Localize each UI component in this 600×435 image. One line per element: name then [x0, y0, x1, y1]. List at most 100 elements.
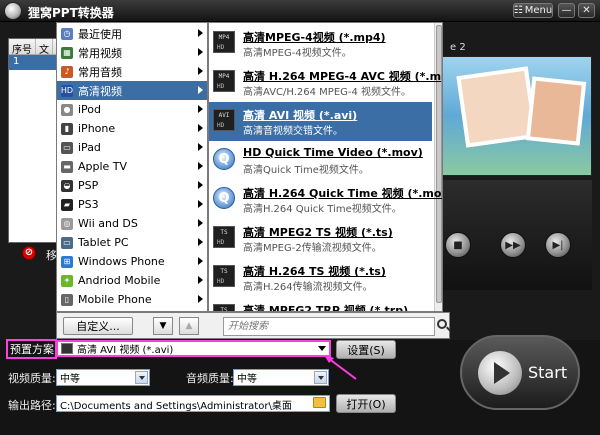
start-button[interactable]: Start	[460, 335, 580, 410]
category-item[interactable]: ▬ Apple TV	[57, 157, 207, 176]
psp-icon: ◒	[61, 179, 73, 192]
category-item[interactable]: ◎ Wii and DS	[57, 214, 207, 233]
audio-quality-dropdown[interactable]: 中等	[233, 369, 329, 386]
table-header: 序号 文	[9, 39, 59, 56]
category-item[interactable]: ◷ 最近使用	[57, 24, 207, 43]
windows-icon: ⊞	[61, 255, 73, 268]
category-item[interactable]: ● iPod	[57, 100, 207, 119]
category-item[interactable]: ◒ PSP	[57, 176, 207, 195]
category-item[interactable]: ▭ iPad	[57, 138, 207, 157]
fast-forward-icon[interactable]: ▶▶	[500, 232, 526, 258]
folder-icon[interactable]	[313, 397, 326, 408]
output-path-field[interactable]: C:\Documents and Settings\Administrator\…	[56, 395, 330, 412]
ipod-icon: ●	[61, 103, 73, 116]
format-description: 高清音视频交错文件。	[243, 126, 343, 137]
preset-value: 高清 AVI 视频 (*.avi)	[77, 345, 174, 356]
category-item[interactable]: ⊞ Windows Phone	[57, 252, 207, 271]
category-item-label: PS3	[78, 198, 99, 211]
category-item[interactable]: ♪ 常用音频	[57, 62, 207, 81]
format-item[interactable]: TSHD 高清 MPEG2 TRP 视频 (*.trp)	[209, 297, 432, 311]
ts-icon: TSHD	[213, 304, 235, 311]
preview-image	[442, 56, 592, 176]
format-title: 高清MPEG-4视频 (*.mp4)	[243, 31, 386, 44]
chevron-right-icon	[198, 238, 203, 246]
chevron-right-icon	[198, 200, 203, 208]
column-header-index[interactable]: 序号	[9, 39, 36, 56]
custom-button[interactable]: 自定义...	[63, 317, 133, 335]
chevron-down-icon[interactable]	[318, 346, 326, 351]
category-item[interactable]: HD 高清视频	[57, 81, 207, 100]
start-label: Start	[528, 363, 568, 382]
format-item[interactable]: TS HD 高清 H.264 TS 视频 (*.ts) 高清H.264传输流视频文件。	[209, 258, 432, 297]
chevron-right-icon	[198, 276, 203, 284]
category-item-label: Windows Phone	[78, 255, 165, 268]
iphone-icon: ▮	[61, 122, 73, 135]
chevron-right-icon	[198, 295, 203, 303]
category-item-label: 常用音频	[78, 65, 122, 79]
settings-button[interactable]: 设置(S)	[336, 340, 396, 359]
ts-icon: TSHD	[213, 265, 235, 287]
wii-icon: ◎	[61, 217, 73, 230]
end-icon[interactable]: ▶|	[545, 232, 571, 258]
file-table: 序号 文 1	[8, 38, 60, 243]
column-header-file[interactable]: 文	[36, 39, 53, 56]
chevron-right-icon	[198, 48, 203, 56]
category-item[interactable]: ▭ Tablet PC	[57, 233, 207, 252]
format-item[interactable]: AVI HD 高清 AVI 视频 (*.avi) 高清音视频交错文件。	[209, 102, 432, 141]
category-item[interactable]: ▮ iPhone	[57, 119, 207, 138]
category-item-label: Tablet PC	[78, 236, 129, 249]
chevron-right-icon	[198, 105, 203, 113]
window-title: 狸窝PPT转换器	[28, 6, 114, 20]
chevron-down-icon[interactable]	[135, 371, 148, 384]
close-button[interactable]: ✕	[578, 3, 595, 18]
category-item-label: 高清视频	[78, 84, 122, 98]
mp4-icon: MP4 HD	[213, 31, 235, 53]
quicktime-icon: Q	[213, 187, 235, 209]
stop-playback-icon[interactable]: ■	[445, 232, 471, 258]
preview-title: e 2	[450, 42, 466, 53]
format-description: 高清MPEG-4视频文件。	[243, 48, 352, 59]
format-scrollbar[interactable]	[434, 23, 442, 311]
music-icon: ♪	[61, 65, 73, 78]
scroll-up-button[interactable]: ▲	[179, 317, 199, 335]
format-item[interactable]: TS HD 高清 MPEG2 TS 视频 (*.ts) 高清MPEG-2传输流视频文件…	[209, 219, 432, 258]
android-icon: ✦	[61, 274, 73, 287]
chevron-down-icon[interactable]	[314, 371, 327, 384]
video-quality-dropdown[interactable]: 中等	[56, 369, 150, 386]
format-item[interactable]: MP4 HD 高清MPEG-4视频 (*.mp4) 高清MPEG-4视频文件。	[209, 24, 432, 63]
category-item-label: iPad	[78, 141, 101, 154]
format-item[interactable]: MP4 HD 高清 H.264 MPEG-4 AVC 视频 (*.mp4) 高清AVC…	[209, 63, 442, 102]
avi-icon: AVI HD	[213, 109, 235, 131]
chevron-right-icon	[198, 219, 203, 227]
minimize-button[interactable]: —	[558, 3, 575, 18]
scroll-down-button[interactable]: ▼	[153, 317, 173, 335]
category-item[interactable]: ▰ PS3	[57, 195, 207, 214]
category-item-label: 常用视频	[78, 46, 122, 60]
category-item[interactable]: ▯ Mobile Phone	[57, 290, 207, 309]
category-item-label: Apple TV	[78, 160, 128, 173]
open-button[interactable]: 打开(O)	[336, 394, 396, 413]
photo-frame	[525, 76, 587, 146]
audio-quality-label: 音频质量:	[186, 372, 234, 385]
menu-button[interactable]: ☷ Menu	[513, 3, 553, 18]
table-row[interactable]: 1	[9, 55, 59, 70]
format-description: 高清MPEG-2传输流视频文件。	[243, 243, 382, 254]
category-item[interactable]: ▦ 常用视频	[57, 43, 207, 62]
format-item[interactable]: Q HD Quick Time Video (*.mov) 高清Quick Time…	[209, 141, 432, 180]
appletv-icon: ▬	[61, 160, 73, 173]
category-item-label: PSP	[78, 179, 99, 192]
video-quality-label: 视频质量:	[8, 372, 56, 385]
search-icon[interactable]	[437, 319, 447, 329]
format-title: 高清 H.264 Quick Time 视频 (*.mov)	[243, 187, 443, 200]
category-item[interactable]: ✦ Andriod Mobile	[57, 271, 207, 290]
ps3-icon: ▰	[61, 198, 73, 211]
remove-icon[interactable]: ⊘	[22, 246, 36, 260]
video-quality-value: 中等	[60, 374, 80, 385]
format-item[interactable]: Q 高清 H.264 Quick Time 视频 (*.mov) 高清H.264 Q…	[209, 180, 442, 219]
format-search-input[interactable]	[223, 317, 435, 336]
format-title: 高清 H.264 MPEG-4 AVC 视频 (*.mp4)	[243, 70, 443, 83]
scrollbar-thumb[interactable]	[436, 25, 442, 303]
format-title: 高清 AVI 视频 (*.avi)	[243, 109, 358, 122]
preset-dropdown[interactable]: 高清 AVI 视频 (*.avi)	[56, 340, 331, 357]
chevron-right-icon	[198, 29, 203, 37]
